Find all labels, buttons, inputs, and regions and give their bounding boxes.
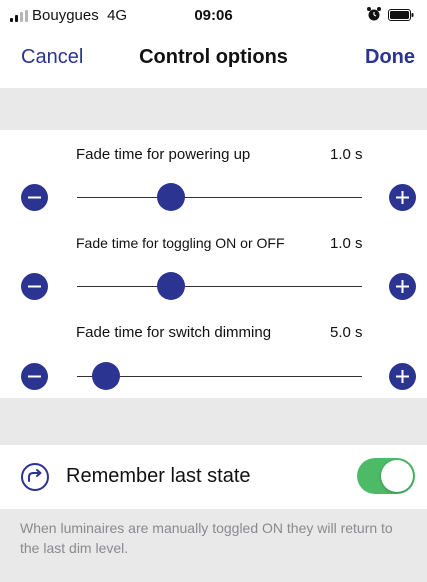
slider-label: Fade time for switch dimming bbox=[76, 324, 272, 341]
plus-icon bbox=[396, 370, 409, 383]
status-time: 09:06 bbox=[194, 7, 233, 24]
toggle-knob bbox=[381, 460, 413, 492]
redo-arrow-icon bbox=[21, 463, 49, 491]
decrement-button[interactable] bbox=[21, 363, 48, 390]
remember-description: When luminaires are manually toggled ON … bbox=[20, 520, 393, 556]
battery-icon bbox=[388, 9, 414, 21]
remember-last-state-row: Remember last state bbox=[0, 445, 427, 509]
done-button[interactable]: Done bbox=[365, 46, 415, 69]
slider-thumb[interactable] bbox=[157, 183, 186, 211]
slider-track[interactable] bbox=[77, 376, 362, 377]
alarm-icon bbox=[367, 7, 381, 21]
slider-toggling: Fade time for toggling ON or OFF 1.0 s bbox=[0, 235, 427, 325]
plus-icon bbox=[396, 280, 409, 293]
slider-thumb[interactable] bbox=[157, 272, 186, 300]
slider-thumb[interactable] bbox=[91, 362, 120, 390]
section-separator-top bbox=[0, 88, 427, 130]
slider-label: Fade time for powering up bbox=[76, 146, 251, 163]
remember-last-state-toggle[interactable] bbox=[357, 458, 415, 494]
increment-button[interactable] bbox=[389, 184, 416, 211]
slider-label: Fade time for toggling ON or OFF bbox=[76, 235, 285, 251]
page-title: Control options bbox=[139, 46, 288, 68]
slider-value: 1.0 s bbox=[330, 146, 363, 163]
navigation-bar: Cancel Control options Done bbox=[0, 38, 427, 78]
minus-icon bbox=[28, 285, 41, 288]
increment-button[interactable] bbox=[389, 363, 416, 390]
slider-value: 1.0 s bbox=[330, 235, 363, 252]
slider-track[interactable] bbox=[77, 197, 362, 198]
slider-value: 5.0 s bbox=[330, 324, 363, 341]
plus-icon bbox=[396, 191, 409, 204]
section-separator-bottom bbox=[0, 398, 427, 445]
increment-button[interactable] bbox=[389, 273, 416, 300]
minus-icon bbox=[28, 375, 41, 378]
remember-last-state-label: Remember last state bbox=[66, 465, 251, 487]
slider-track[interactable] bbox=[77, 286, 362, 287]
slider-powering-up: Fade time for powering up 1.0 s bbox=[0, 146, 427, 236]
decrement-button[interactable] bbox=[21, 273, 48, 300]
decrement-button[interactable] bbox=[21, 184, 48, 211]
minus-icon bbox=[28, 196, 41, 199]
status-bar: Bouygues 4G 09:06 bbox=[0, 0, 427, 30]
